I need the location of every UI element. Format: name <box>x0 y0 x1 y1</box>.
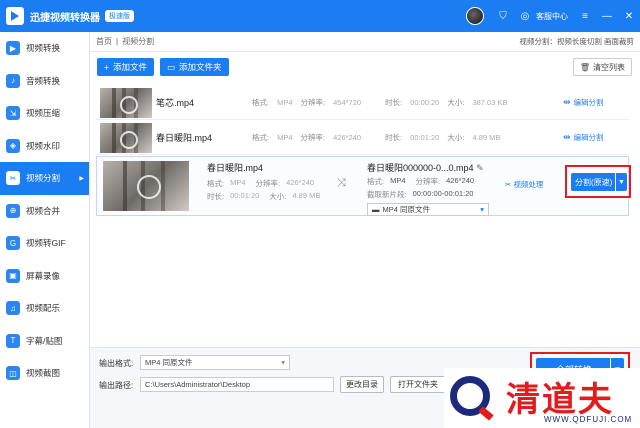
edit-split-link[interactable]: ⇹ 编辑分割 <box>563 97 627 108</box>
minimize-icon[interactable]: — <box>599 8 615 24</box>
edit-split-link[interactable]: ⇹ 编辑分割 <box>563 132 627 143</box>
output-file-name: 春日暖阳000000-0...0.mp4 <box>367 163 474 173</box>
clear-list-button[interactable]: 🗑 清空列表 <box>572 58 632 76</box>
add-folder-button[interactable]: ▭ 添加文件夹 <box>159 58 229 76</box>
clip-range: 00:00:00-00:01:20 <box>412 189 474 198</box>
sidebar-item-subtitle-sticker[interactable]: T 字幕/贴图 <box>0 325 89 358</box>
sidebar-item-video-gif[interactable]: G 视频转GIF <box>0 227 89 260</box>
sidebar-item-video-convert[interactable]: ▶ 视频转换 <box>0 32 89 65</box>
sidebar: ▶视频转换 ♪音频转换 ⇲视频压缩 ◈视频水印 ✂视频分割 ⊕视频合并 G视频转… <box>0 32 90 428</box>
user-avatar[interactable] <box>466 7 484 25</box>
breadcrumb-home[interactable]: 首页 <box>96 36 112 47</box>
video-thumbnail <box>100 122 152 153</box>
split-edit-icon: ⇹ <box>563 132 571 142</box>
plus-icon: + <box>104 62 109 72</box>
change-directory-button[interactable]: 更改目录 <box>340 376 384 393</box>
subtitle-icon: T <box>6 333 20 348</box>
sidebar-item-video-split[interactable]: ✂ 视频分割 <box>0 162 89 195</box>
close-icon[interactable]: ✕ <box>621 8 637 24</box>
open-folder-button[interactable]: 打开文件夹 <box>390 376 446 393</box>
file-name: 春日暖阳.mp4 <box>156 133 213 143</box>
expanded-file-row[interactable]: 春日暖阳.mp4 格式: MP4 分辨率: 426*240 时长: 00:01:20 大小… <box>96 156 631 216</box>
split-button[interactable]: 分割(原速) ▼ <box>571 173 627 191</box>
title-bar: 迅捷视频转换器 极速版 ⛉ ◎ 客服中心 ≡ — ✕ <box>0 0 640 32</box>
video-convert-icon: ▶ <box>6 41 20 56</box>
watermark-icon: ◈ <box>6 138 20 153</box>
watermark-q-logo-icon <box>450 376 490 416</box>
sidebar-item-video-merge[interactable]: ⊕ 视频合并 <box>0 195 89 228</box>
output-format-dropdown[interactable]: MP4 同原文件 <box>140 355 290 370</box>
breadcrumb-current: 视频分割 <box>122 37 155 46</box>
split-highlight-box: 分割(原速) ▼ <box>565 165 631 198</box>
headset-icon[interactable]: ◎ <box>517 8 533 24</box>
add-file-button[interactable]: + 添加文件 <box>97 58 154 76</box>
screen-record-icon: ▣ <box>6 268 20 283</box>
compress-icon: ⇲ <box>6 106 20 121</box>
scissors-icon: ✂ <box>505 180 512 189</box>
output-format-select[interactable]: ▬ MP4 同原文件 <box>367 203 489 216</box>
music-note-icon: ♪ <box>6 73 20 88</box>
sidebar-item-video-music[interactable]: ♫ 视频配乐 <box>0 292 89 325</box>
shield-icon[interactable]: ⛉ <box>495 8 511 24</box>
source-info: 春日暖阳.mp4 格式: MP4 分辨率: 426*240 时长: 00:01:20 大小… <box>207 161 330 202</box>
file-list: 笔芯.mp4 格式: MP4 分辨率: 454*720 时长: 00:00:20 大小… <box>90 82 640 347</box>
watermark-text: 清道夫 <box>506 380 614 420</box>
breadcrumb: 首页 | 视频分割 视频分割：视频长度切割 画面裁剪 <box>90 32 640 52</box>
split-dropdown-icon[interactable]: ▼ <box>615 173 627 191</box>
split-edit-icon: ⇹ <box>563 97 571 107</box>
gif-icon: G <box>6 236 20 251</box>
watermark-url: WWW.QDFUJI.COM <box>544 415 633 424</box>
rename-pencil-icon[interactable]: ✎ <box>476 163 484 173</box>
output-info: 春日暖阳000000-0...0.mp4 ✎ 格式: MP4 分辨率: 426*240… <box>367 161 489 216</box>
screenshot-icon: ◫ <box>6 366 20 381</box>
file-row[interactable]: 笔芯.mp4 格式: MP4 分辨率: 454*720 时长: 00:00:20 大小… <box>96 86 629 120</box>
video-process-link[interactable]: ✂ 视频处理 <box>505 179 543 190</box>
split-icon: ✂ <box>6 171 20 186</box>
merge-icon: ⊕ <box>6 203 20 218</box>
file-row[interactable]: 春日暖阳.mp4 格式: MP4 分辨率: 426*240 时长: 00:01:20 … <box>96 121 629 155</box>
app-logo-icon <box>6 7 24 25</box>
output-path-label: 输出路径: <box>99 381 134 390</box>
output-format-label: 输出格式: <box>99 359 134 368</box>
sidebar-item-video-screenshot[interactable]: ◫ 视频截图 <box>0 357 89 390</box>
sidebar-item-screen-record[interactable]: ▣ 屏幕录像 <box>0 260 89 293</box>
toolbar: + 添加文件 ▭ 添加文件夹 🗑 清空列表 <box>90 52 640 82</box>
sidebar-item-video-watermark[interactable]: ◈ 视频水印 <box>0 130 89 163</box>
video-preview-thumbnail[interactable] <box>103 161 189 211</box>
shuffle-icon: ⤨ <box>337 177 346 189</box>
video-format-icon: ▬ <box>372 205 380 214</box>
video-thumbnail <box>100 87 152 118</box>
file-name: 笔芯.mp4 <box>156 98 195 108</box>
output-path-input[interactable] <box>140 377 334 392</box>
folder-icon: ▭ <box>166 61 176 72</box>
sidebar-item-audio-convert[interactable]: ♪ 音频转换 <box>0 65 89 98</box>
sidebar-item-video-compress[interactable]: ⇲ 视频压缩 <box>0 97 89 130</box>
watermark-overlay: 清道夫 WWW.QDFUJI.COM <box>444 368 640 428</box>
soundtrack-icon: ♫ <box>6 301 20 316</box>
trash-icon: 🗑 <box>579 62 590 72</box>
menu-icon[interactable]: ≡ <box>577 8 593 24</box>
edition-badge: 极速版 <box>105 10 134 22</box>
app-title: 迅捷视频转换器 <box>30 12 100 24</box>
source-file-name: 春日暖阳.mp4 <box>207 163 264 173</box>
breadcrumb-separator: | <box>116 37 119 46</box>
service-center-link[interactable]: 客服中心 <box>536 11 568 22</box>
feature-description: 视频分割：视频长度切割 画面裁剪 <box>519 37 634 46</box>
